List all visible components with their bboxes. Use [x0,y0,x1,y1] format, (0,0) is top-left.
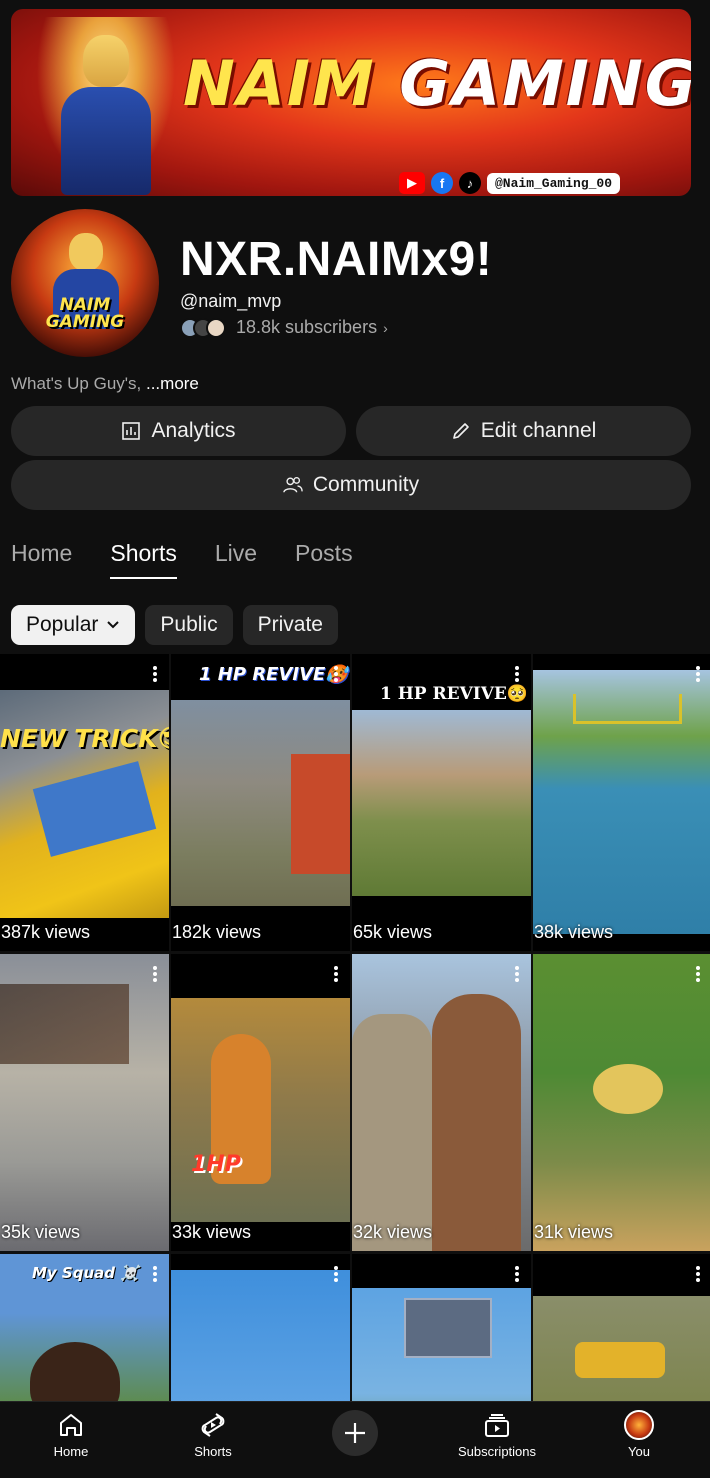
home-icon [60,1414,82,1436]
avatar-logo-text: NAIM GAMING [45,295,125,332]
short-views: 32k views [353,1222,433,1242]
people-icon [283,477,303,493]
short-overlay-text: 1 HP REVIVE🥺 [380,684,529,704]
edit-channel-button[interactable]: Edit channel [356,406,691,456]
more-options-icon[interactable] [153,1266,157,1282]
nav-you[interactable]: You [568,1402,710,1478]
nav-shorts[interactable]: Shorts [142,1402,284,1478]
chevron-down-icon [107,621,120,629]
nav-subscriptions[interactable]: Subscriptions [426,1402,568,1478]
more-options-icon[interactable] [696,1266,700,1282]
banner-character [31,17,181,195]
banner-socials: ▶ f ♪ @Naim_Gaming_00 [399,172,621,194]
more-options-icon[interactable] [515,666,519,682]
youtube-icon: ▶ [399,172,425,194]
short-overlay-text: My Squad ☠️ [32,1264,139,1282]
plus-icon [345,1423,365,1443]
short-views: 35k views [1,1222,81,1242]
nav-home[interactable]: Home [0,1402,142,1478]
short-views: 65k views [353,922,433,942]
profile-avatar-icon [624,1410,654,1440]
community-button[interactable]: Community [11,460,691,510]
more-options-icon[interactable] [153,966,157,982]
short-item[interactable]: 32k views [352,954,531,1251]
banner-social-handle: @Naim_Gaming_00 [487,172,621,194]
subscriber-count-label: 18.8k subscribers [236,317,378,337]
channel-name: NXR.NAIMx9! [180,233,493,286]
short-views: 31k views [534,1222,614,1242]
tab-live[interactable]: Live [215,540,257,579]
channel-handle: @naim_mvp [180,291,282,311]
more-options-icon[interactable] [334,966,338,982]
chip-private[interactable]: Private [242,605,338,645]
short-views: 38k views [534,922,614,942]
chevron-right-icon: › [383,319,388,336]
bottom-navigation: Home Shorts Subscriptions You [0,1401,710,1478]
more-options-icon[interactable] [334,1266,338,1282]
more-link[interactable]: ...more [146,374,199,393]
analytics-button[interactable]: Analytics [11,406,346,456]
short-item[interactable]: NEW TRICK😎 387k views [0,654,169,951]
analytics-icon [122,422,141,440]
chip-public[interactable]: Public [145,605,233,645]
create-button[interactable] [332,1410,378,1456]
channel-tabs: Home Shorts Live Posts [11,540,391,579]
more-options-icon[interactable] [515,1266,519,1282]
chip-popular[interactable]: Popular [11,605,136,645]
subscriber-count[interactable]: 18.8k subscribers › [180,317,388,338]
short-item[interactable]: 1 HP REVIVE🥺 65k views [352,654,531,951]
channel-banner: NAIM GAMING ▶ f ♪ @Naim_Gaming_00 [11,9,691,196]
short-item[interactable]: 38k views [533,654,710,951]
tab-shorts[interactable]: Shorts [110,540,178,579]
shorts-grid: NEW TRICK😎 387k views 1 HP REVIVE🥵 182k … [0,654,710,1478]
short-overlay-text: 1HP [191,1152,241,1177]
short-views: 387k views [1,922,91,942]
short-views: 33k views [172,1222,252,1242]
tab-posts[interactable]: Posts [295,540,353,579]
short-overlay-text: NEW TRICK😎 [0,724,169,753]
channel-avatar[interactable]: NAIM GAMING [11,209,159,357]
short-item[interactable]: 35k views [0,954,169,1251]
short-views: 182k views [172,922,262,942]
more-options-icon[interactable] [696,966,700,982]
short-item[interactable]: 1 HP REVIVE🥵 182k views [171,654,350,951]
more-options-icon[interactable] [696,666,700,682]
more-options-icon[interactable] [515,966,519,982]
short-overlay-text: 1 HP REVIVE🥵 [199,664,348,685]
subscriptions-icon [485,1414,509,1437]
subscriber-avatars [180,317,230,338]
pencil-icon [452,423,469,439]
short-item[interactable]: 31k views [533,954,710,1251]
more-options-icon[interactable] [153,666,157,682]
more-options-icon[interactable] [334,666,338,682]
tab-home[interactable]: Home [11,540,72,579]
sort-chips: Popular Public Private [11,605,338,645]
facebook-icon: f [431,172,453,194]
banner-title: NAIM GAMING [183,47,691,120]
nav-create[interactable] [284,1402,426,1478]
channel-description[interactable]: What's Up Guy's, ...more [11,374,199,394]
shorts-icon [201,1413,225,1437]
short-item[interactable]: 1HP 33k views [171,954,350,1251]
tiktok-icon: ♪ [459,172,481,194]
